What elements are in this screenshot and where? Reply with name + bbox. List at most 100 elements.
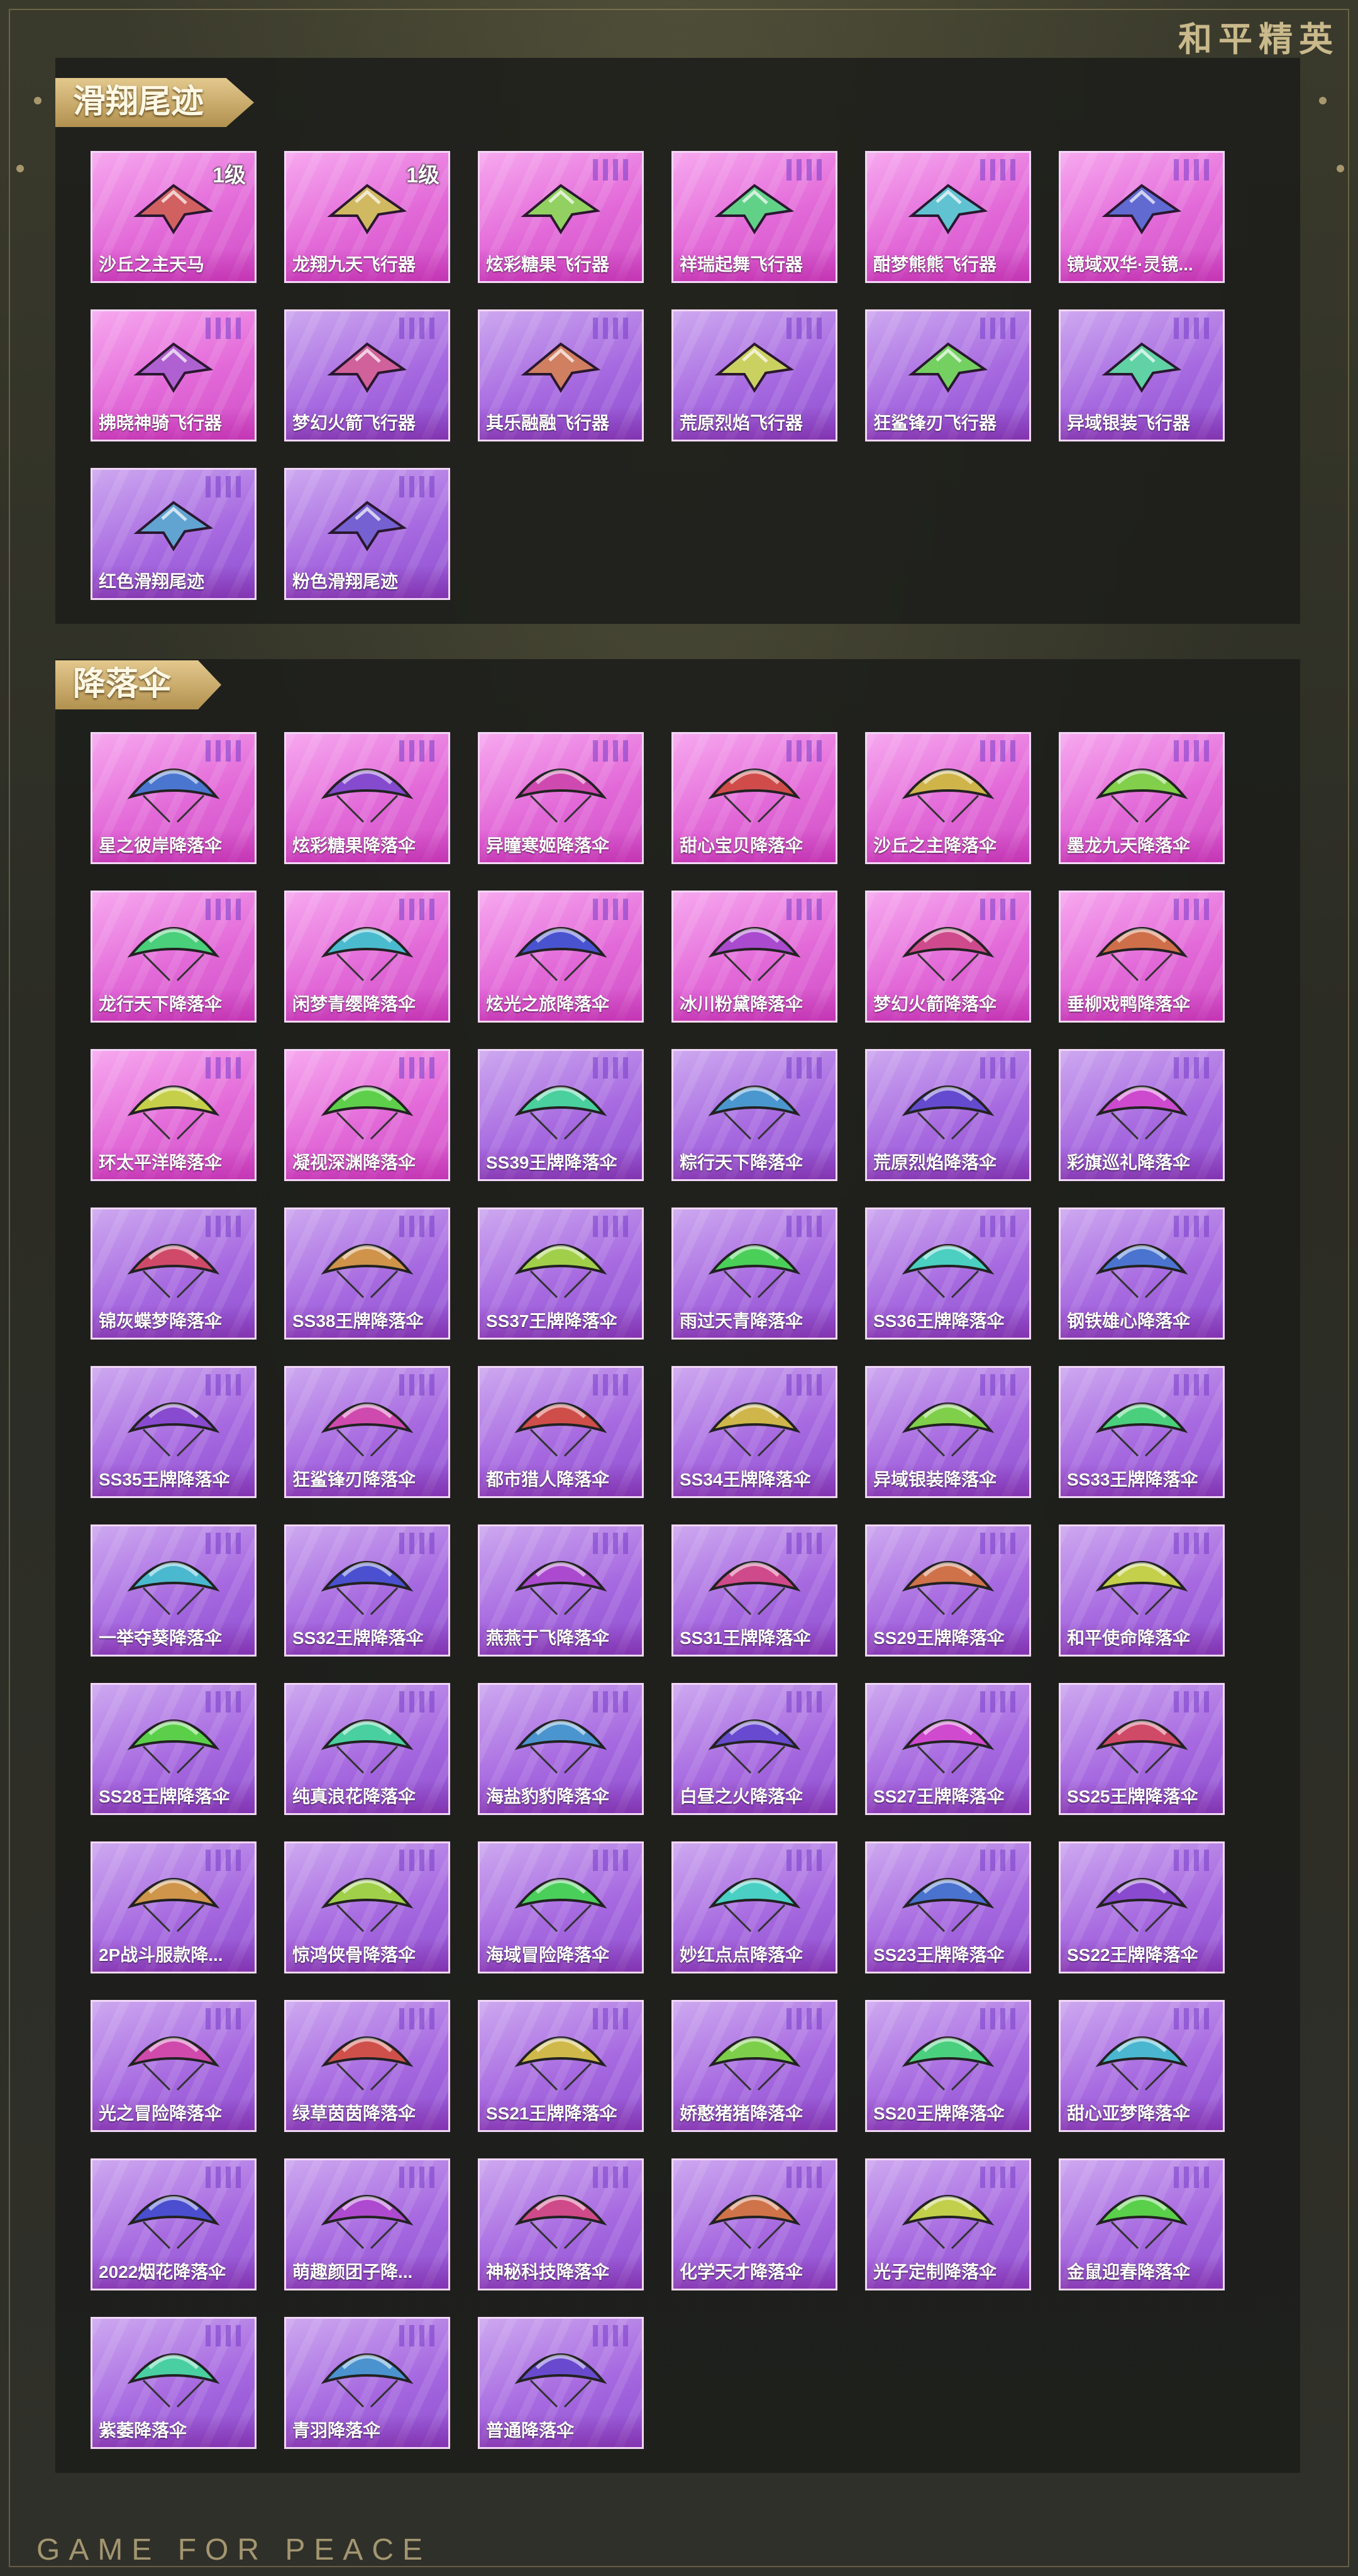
parachute-card[interactable]: 2P战斗服款降... xyxy=(91,1841,257,1974)
parachute-card[interactable]: 惊鸿侠骨降落伞 xyxy=(284,1841,450,1974)
parachute-card[interactable]: SS28王牌降落伞 xyxy=(91,1683,257,1815)
glide-trail-card[interactable]: 狂鲨锋刃飞行器 xyxy=(865,309,1031,441)
parachute-icon xyxy=(899,1857,997,1939)
parachute-card[interactable]: 紫萎降落伞 xyxy=(91,2317,257,2449)
item-name: 雨过天青降落伞 xyxy=(673,1305,836,1338)
parachute-card[interactable]: 凝视深渊降落伞 xyxy=(284,1049,450,1181)
parachute-card[interactable]: 梦幻火箭降落伞 xyxy=(865,891,1031,1023)
parachute-card[interactable]: 异域银装降落伞 xyxy=(865,1366,1031,1498)
parachute-card[interactable]: 狂鲨锋刃降落伞 xyxy=(284,1366,450,1498)
parachute-icon xyxy=(124,1857,223,1939)
glide-trail-card[interactable]: 1级 龙翔九天飞行器 xyxy=(284,151,450,283)
parachute-card[interactable]: 光子定制降落伞 xyxy=(865,2158,1031,2290)
parachute-card[interactable]: 白昼之火降落伞 xyxy=(671,1683,837,1815)
glide-trail-card[interactable]: 拂晓神骑飞行器 xyxy=(91,309,257,441)
parachute-icon xyxy=(512,1065,610,1146)
parachute-card[interactable]: SS35王牌降落伞 xyxy=(91,1366,257,1498)
parachute-card[interactable]: 萌趣颜团子降... xyxy=(284,2158,450,2290)
parachute-card[interactable]: SS37王牌降落伞 xyxy=(478,1208,644,1340)
parachute-card[interactable]: 妙红点点降落伞 xyxy=(671,1841,837,1974)
parachute-icon xyxy=(124,2333,223,2414)
parachute-icon xyxy=(318,1382,416,1463)
parachute-card[interactable]: SS38王牌降落伞 xyxy=(284,1208,450,1340)
parachute-card[interactable]: SS32王牌降落伞 xyxy=(284,1524,450,1657)
parachute-card[interactable]: 荒原烈焰降落伞 xyxy=(865,1049,1031,1181)
parachute-card[interactable]: 海域冒险降落伞 xyxy=(478,1841,644,1974)
parachute-card[interactable]: SS34王牌降落伞 xyxy=(671,1366,837,1498)
parachute-card[interactable]: 和平使命降落伞 xyxy=(1059,1524,1225,1657)
parachute-card[interactable]: 锦灰蝶梦降落伞 xyxy=(91,1208,257,1340)
parachute-card[interactable]: 炫光之旅降落伞 xyxy=(478,891,644,1023)
parachute-card[interactable]: 冰川粉黛降落伞 xyxy=(671,891,837,1023)
parachute-card[interactable]: SS33王牌降落伞 xyxy=(1059,1366,1225,1498)
item-name: 海盐豹豹降落伞 xyxy=(480,1780,642,1813)
parachute-card[interactable]: 娇憨猪猪降落伞 xyxy=(671,2000,837,2132)
parachute-card[interactable]: 2022烟花降落伞 xyxy=(91,2158,257,2290)
parachute-icon xyxy=(318,2016,416,2097)
parachute-card[interactable]: SS39王牌降落伞 xyxy=(478,1049,644,1181)
parachute-card[interactable]: 绿草茵茵降落伞 xyxy=(284,2000,450,2132)
glide-trail-card[interactable]: 祥瑞起舞飞行器 xyxy=(671,151,837,283)
parachute-card[interactable]: 一举夺葵降落伞 xyxy=(91,1524,257,1657)
section-title-glide-trail: 滑翔尾迹 xyxy=(55,78,255,127)
parachute-card[interactable]: 彩旗巡礼降落伞 xyxy=(1059,1049,1225,1181)
parachute-icon xyxy=(705,1540,803,1622)
parachute-card[interactable]: SS20王牌降落伞 xyxy=(865,2000,1031,2132)
parachute-card[interactable]: 海盐豹豹降落伞 xyxy=(478,1683,644,1815)
parachute-card[interactable]: 金鼠迎春降落伞 xyxy=(1059,2158,1225,2290)
parachute-icon xyxy=(318,2174,416,2256)
parachute-card[interactable]: 环太平洋降落伞 xyxy=(91,1049,257,1181)
parachute-card[interactable]: 化学天才降落伞 xyxy=(671,2158,837,2290)
item-name: 沙丘之主降落伞 xyxy=(867,830,1029,862)
parachute-card[interactable]: 青羽降落伞 xyxy=(284,2317,450,2449)
item-name: 梦幻火箭飞行器 xyxy=(286,407,448,440)
glide-trail-card[interactable]: 梦幻火箭飞行器 xyxy=(284,309,450,441)
parachute-icon xyxy=(1093,1065,1191,1146)
parachute-card[interactable]: 都市猎人降落伞 xyxy=(478,1366,644,1498)
parachute-card[interactable]: 星之彼岸降落伞 xyxy=(91,732,257,864)
glide-trail-card[interactable]: 炫彩糖果飞行器 xyxy=(478,151,644,283)
item-name: SS20王牌降落伞 xyxy=(867,2097,1029,2130)
parachute-icon xyxy=(899,2174,997,2256)
parachute-card[interactable]: 甜心宝贝降落伞 xyxy=(671,732,837,864)
glide-trail-card[interactable]: 酣梦熊熊飞行器 xyxy=(865,151,1031,283)
parachute-card[interactable]: 粽行天下降落伞 xyxy=(671,1049,837,1181)
parachute-card[interactable]: 异瞳寒姬降落伞 xyxy=(478,732,644,864)
item-name: 光之冒险降落伞 xyxy=(92,2097,255,2130)
parachute-card[interactable]: 雨过天青降落伞 xyxy=(671,1208,837,1340)
parachute-card[interactable]: SS23王牌降落伞 xyxy=(865,1841,1031,1974)
glider-icon xyxy=(705,167,803,248)
parachute-card[interactable]: SS27王牌降落伞 xyxy=(865,1683,1031,1815)
parachute-card[interactable]: 沙丘之主降落伞 xyxy=(865,732,1031,864)
parachute-card[interactable]: 闲梦青缨降落伞 xyxy=(284,891,450,1023)
parachute-card[interactable]: 龙行天下降落伞 xyxy=(91,891,257,1023)
glide-trail-card[interactable]: 粉色滑翔尾迹 xyxy=(284,468,450,600)
parachute-card[interactable]: 纯真浪花降落伞 xyxy=(284,1683,450,1815)
parachute-icon xyxy=(899,1065,997,1146)
item-name: 红色滑翔尾迹 xyxy=(92,565,255,598)
parachute-card[interactable]: 墨龙九天降落伞 xyxy=(1059,732,1225,864)
parachute-card[interactable]: 钢铁雄心降落伞 xyxy=(1059,1208,1225,1340)
item-name: SS21王牌降落伞 xyxy=(480,2097,642,2130)
parachute-card[interactable]: SS25王牌降落伞 xyxy=(1059,1683,1225,1815)
glide-trail-card[interactable]: 1级 沙丘之主天马 xyxy=(91,151,257,283)
parachute-card[interactable]: SS21王牌降落伞 xyxy=(478,2000,644,2132)
parachute-card[interactable]: 炫彩糖果降落伞 xyxy=(284,732,450,864)
glide-trail-card[interactable]: 其乐融融飞行器 xyxy=(478,309,644,441)
parachute-card[interactable]: 垂柳戏鸭降落伞 xyxy=(1059,891,1225,1023)
parachute-icon xyxy=(512,1699,610,1780)
parachute-card[interactable]: 甜心亚梦降落伞 xyxy=(1059,2000,1225,2132)
parachute-card[interactable]: 燕燕于飞降落伞 xyxy=(478,1524,644,1657)
item-name: 都市猎人降落伞 xyxy=(480,1463,642,1496)
parachute-card[interactable]: SS31王牌降落伞 xyxy=(671,1524,837,1657)
parachute-card[interactable]: SS29王牌降落伞 xyxy=(865,1524,1031,1657)
parachute-card[interactable]: 光之冒险降落伞 xyxy=(91,2000,257,2132)
parachute-card[interactable]: 普通降落伞 xyxy=(478,2317,644,2449)
parachute-card[interactable]: SS36王牌降落伞 xyxy=(865,1208,1031,1340)
parachute-card[interactable]: 神秘科技降落伞 xyxy=(478,2158,644,2290)
glide-trail-card[interactable]: 异域银装飞行器 xyxy=(1059,309,1225,441)
glide-trail-card[interactable]: 荒原烈焰飞行器 xyxy=(671,309,837,441)
glide-trail-card[interactable]: 镜域双华·灵镜... xyxy=(1059,151,1225,283)
parachute-card[interactable]: SS22王牌降落伞 xyxy=(1059,1841,1225,1974)
glide-trail-card[interactable]: 红色滑翔尾迹 xyxy=(91,468,257,600)
